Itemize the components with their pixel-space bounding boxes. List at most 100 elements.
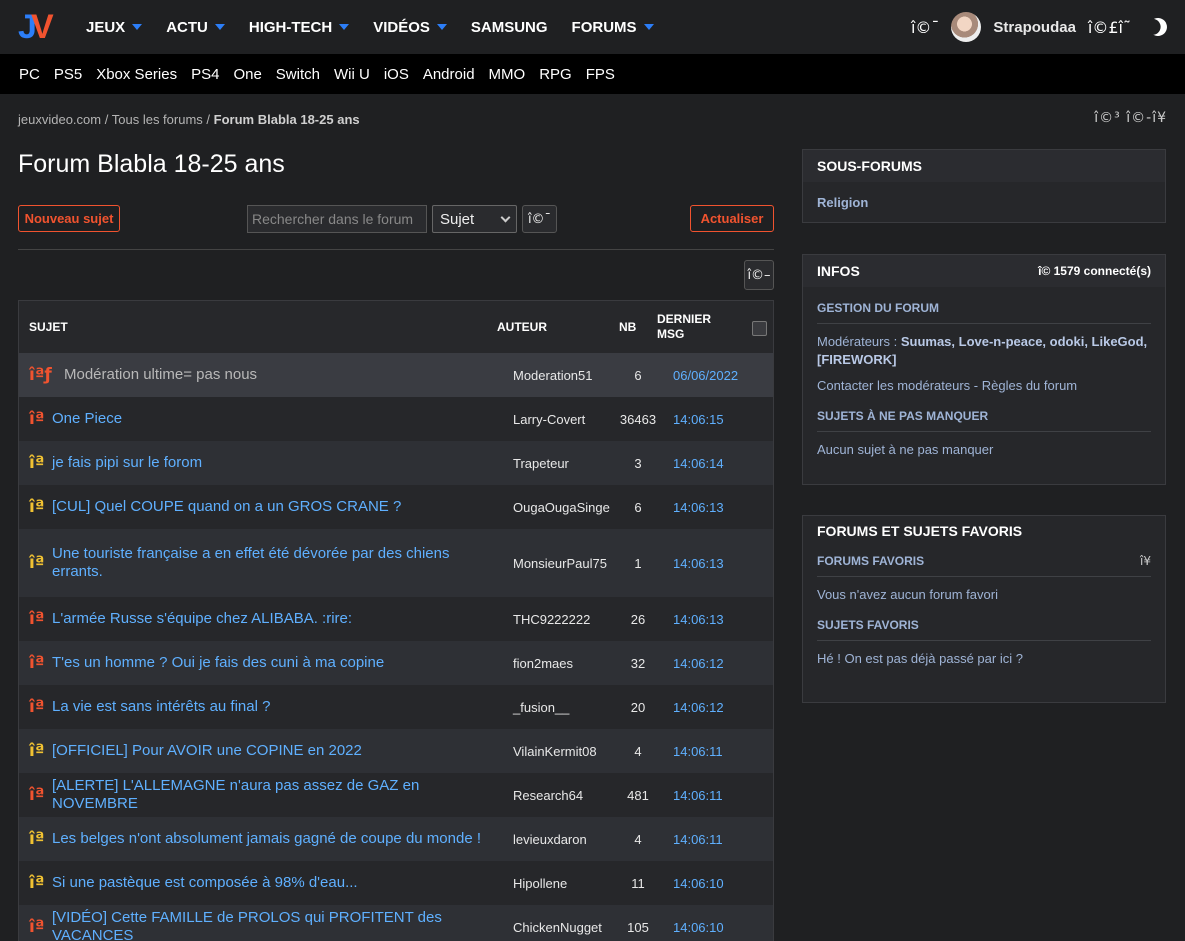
topic-author[interactable]: VilainKermit08 xyxy=(513,744,597,759)
moon-icon[interactable] xyxy=(1146,15,1169,38)
topic-last-msg[interactable]: 14:06:13 xyxy=(673,500,724,515)
table-row[interactable]: îª Les belges n'ont absolument jamais ga… xyxy=(19,817,773,861)
forum-rules-link[interactable]: Règles du forum xyxy=(982,378,1077,393)
topic-last-msg[interactable]: 14:06:10 xyxy=(673,876,724,891)
topic-author[interactable]: Trapeteur xyxy=(513,456,569,471)
subnav-item-wii-u[interactable]: Wii U xyxy=(334,66,370,83)
topic-author[interactable]: Research64 xyxy=(513,788,583,803)
breadcrumb-forums[interactable]: Tous les forums xyxy=(112,112,203,127)
topic-last-msg[interactable]: 14:06:14 xyxy=(673,456,724,471)
nav-item-actu[interactable]: ACTU xyxy=(166,19,225,36)
topic-author[interactable]: fion2maes xyxy=(513,656,573,671)
topic-last-msg[interactable]: 14:06:10 xyxy=(673,920,724,935)
table-row[interactable]: îª One Piece Larry-Covert 36463 14:06:15 xyxy=(19,397,773,441)
notifications-icon[interactable]: î©£î˜ xyxy=(1088,18,1131,37)
subnav-item-ios[interactable]: iOS xyxy=(384,66,409,83)
search-submit-button[interactable]: î©¯ xyxy=(522,205,557,233)
topic-link[interactable]: [VIDÉO] Cette FAMILLE de PROLOS qui PROF… xyxy=(52,909,482,941)
topic-author[interactable]: _fusion__ xyxy=(513,700,569,715)
options-button[interactable]: î©– xyxy=(744,260,774,290)
topic-author[interactable]: Hipollene xyxy=(513,876,567,891)
topic-last-msg[interactable]: 14:06:13 xyxy=(673,612,724,627)
topic-author[interactable]: Larry-Covert xyxy=(513,412,585,427)
topic-author[interactable]: OugaOugaSinge xyxy=(513,500,610,515)
nav-label: SAMSUNG xyxy=(470,18,548,36)
topic-link[interactable]: [CUL] Quel COUPE quand on a un GROS CRAN… xyxy=(52,498,482,516)
table-row[interactable]: îª je fais pipi sur le forom Trapeteur 3… xyxy=(19,441,773,485)
table-row[interactable]: îªƒ Modération ultime= pas nous Moderati… xyxy=(19,353,773,397)
table-row[interactable]: îª La vie est sans intérêts au final ? _… xyxy=(19,685,773,729)
subnav-item-ps5[interactable]: PS5 xyxy=(54,66,82,83)
subnav-item-rpg[interactable]: RPG xyxy=(539,66,572,83)
topic-icon: îª xyxy=(29,873,45,893)
topic-link[interactable]: T'es un homme ? Oui je fais des cuni à m… xyxy=(52,654,482,672)
table-row[interactable]: îª [ALERTE] L'ALLEMAGNE n'aura pas assez… xyxy=(19,773,773,817)
table-row[interactable]: îª L'armée Russe s'équipe chez ALIBABA. … xyxy=(19,597,773,641)
table-row[interactable]: îª [VIDÉO] Cette FAMILLE de PROLOS qui P… xyxy=(19,905,773,941)
subnav-item-android[interactable]: Android xyxy=(423,66,475,83)
topic-count: 4 xyxy=(634,743,642,759)
topic-link[interactable]: La vie est sans intérêts au final ? xyxy=(52,698,482,716)
topic-last-msg[interactable]: 14:06:15 xyxy=(673,412,724,427)
edit-icon[interactable]: î¥ xyxy=(1140,554,1151,568)
topic-link[interactable]: L'armée Russe s'équipe chez ALIBABA. :ri… xyxy=(52,610,482,628)
search-input[interactable]: Rechercher dans le forum xyxy=(247,205,427,233)
search-type-select[interactable]: Sujet xyxy=(432,205,517,233)
breadcrumb: jeuxvideo.com / Tous les forums / Forum … xyxy=(18,112,360,127)
topic-link[interactable]: Si une pastèque est composée à 98% d'eau… xyxy=(52,874,482,892)
refresh-button[interactable]: Actualiser xyxy=(690,205,774,232)
topic-last-msg[interactable]: 06/06/2022 xyxy=(673,368,738,383)
subnav-item-fps[interactable]: FPS xyxy=(586,66,615,83)
topic-link[interactable]: Une touriste française a en effet été dé… xyxy=(52,545,482,581)
nav-item-forums[interactable]: FORUMS xyxy=(572,19,654,36)
favorite-topics-text: Hé ! On est pas déjà passé par ici ? xyxy=(817,651,1023,666)
topic-link[interactable]: One Piece xyxy=(52,410,482,428)
topic-author[interactable]: MonsieurPaul75 xyxy=(513,556,607,571)
subnav-item-xbox-series[interactable]: Xbox Series xyxy=(96,66,177,83)
subnav-item-pc[interactable]: PC xyxy=(19,66,40,83)
search-icon[interactable]: î©¯ xyxy=(911,18,939,37)
subnav-item-one[interactable]: One xyxy=(233,66,261,83)
select-all-checkbox[interactable] xyxy=(752,321,767,336)
nav-item-videos[interactable]: VIDÉOS xyxy=(373,19,447,36)
topic-last-msg[interactable]: 14:06:12 xyxy=(673,656,724,671)
nav-item-jeux[interactable]: JEUX xyxy=(86,19,143,36)
sous-forum-religion[interactable]: Religion xyxy=(817,195,868,210)
topic-count: 3 xyxy=(634,455,642,471)
topic-last-msg[interactable]: 14:06:11 xyxy=(673,832,723,847)
jv-logo[interactable]: JV xyxy=(18,10,60,44)
topic-link[interactable]: [OFFICIEL] Pour AVOIR une COPINE en 2022 xyxy=(52,742,482,760)
contact-moderators-link[interactable]: Contacter les modérateurs xyxy=(817,378,970,393)
subnav-item-mmo[interactable]: MMO xyxy=(489,66,526,83)
topic-author[interactable]: ChickenNugget xyxy=(513,920,602,935)
username[interactable]: Strapoudaa xyxy=(993,19,1076,36)
table-row[interactable]: îª [OFFICIEL] Pour AVOIR une COPINE en 2… xyxy=(19,729,773,773)
panel-body: FORUMS FAVORIS î¥ Vous n'avez aucun foru… xyxy=(803,546,1165,668)
table-row[interactable]: îª Une touriste française a en effet été… xyxy=(19,529,773,597)
avatar[interactable] xyxy=(951,12,982,42)
forum-actions-icons[interactable]: î©³ î©-î¥ xyxy=(1094,110,1167,126)
subnav-item-ps4[interactable]: PS4 xyxy=(191,66,219,83)
topic-last-msg[interactable]: 14:06:11 xyxy=(673,744,723,759)
favorite-forums-label: FORUMS FAVORIS xyxy=(817,554,925,568)
table-row[interactable]: îª Si une pastèque est composée à 98% d'… xyxy=(19,861,773,905)
topic-link[interactable]: Modération ultime= pas nous xyxy=(64,366,494,384)
subnav-item-switch[interactable]: Switch xyxy=(276,66,320,83)
topic-link[interactable]: je fais pipi sur le forom xyxy=(52,454,482,472)
topic-last-msg[interactable]: 14:06:13 xyxy=(673,556,724,571)
topic-author[interactable]: levieuxdaron xyxy=(513,832,587,847)
topic-author[interactable]: THC9222222 xyxy=(513,612,590,627)
panel-header: SOUS-FORUMS xyxy=(803,150,1165,182)
breadcrumb-home[interactable]: jeuxvideo.com xyxy=(18,112,101,127)
moderators-line: Modérateurs : Suumas, Love-n-peace, odok… xyxy=(817,324,1151,369)
nav-item-high-tech[interactable]: HIGH-TECH xyxy=(249,19,350,36)
topic-link[interactable]: [ALERTE] L'ALLEMAGNE n'aura pas assez de… xyxy=(52,777,482,813)
topic-last-msg[interactable]: 14:06:12 xyxy=(673,700,724,715)
topic-last-msg[interactable]: 14:06:11 xyxy=(673,788,723,803)
topic-author[interactable]: Moderation51 xyxy=(513,368,593,383)
new-topic-button[interactable]: Nouveau sujet xyxy=(18,205,120,232)
nav-item-samsung[interactable]: SAMSUNG xyxy=(471,19,548,36)
table-row[interactable]: îª [CUL] Quel COUPE quand on a un GROS C… xyxy=(19,485,773,529)
table-row[interactable]: îª T'es un homme ? Oui je fais des cuni … xyxy=(19,641,773,685)
topic-link[interactable]: Les belges n'ont absolument jamais gagné… xyxy=(52,830,482,848)
